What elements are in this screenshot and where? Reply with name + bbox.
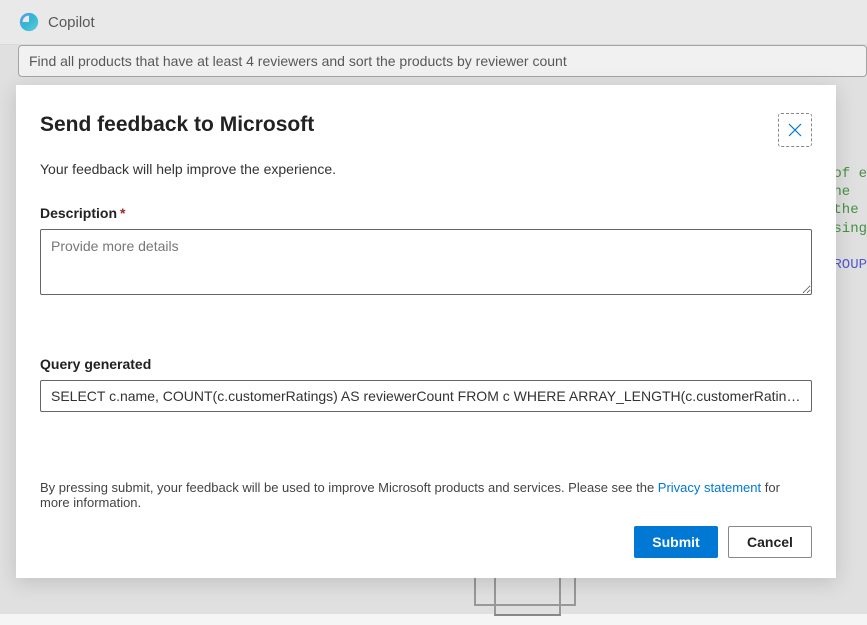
feedback-modal: Send feedback to Microsoft Your feedback… bbox=[16, 85, 836, 578]
query-label: Query generated bbox=[40, 356, 812, 372]
description-field-group: Description* bbox=[40, 205, 812, 300]
query-field-group: Query generated bbox=[40, 356, 812, 412]
required-indicator: * bbox=[120, 205, 125, 221]
description-label: Description* bbox=[40, 205, 812, 221]
close-icon bbox=[788, 123, 802, 137]
description-textarea[interactable] bbox=[40, 229, 812, 295]
modal-subtitle: Your feedback will help improve the expe… bbox=[40, 161, 812, 177]
cancel-button[interactable]: Cancel bbox=[728, 526, 812, 558]
footer-disclaimer: By pressing submit, your feedback will b… bbox=[40, 480, 812, 510]
modal-title: Send feedback to Microsoft bbox=[40, 113, 314, 137]
privacy-statement-link[interactable]: Privacy statement bbox=[658, 480, 761, 495]
button-row: Submit Cancel bbox=[40, 526, 812, 558]
close-button[interactable] bbox=[778, 113, 812, 147]
submit-button[interactable]: Submit bbox=[634, 526, 718, 558]
query-generated-input[interactable] bbox=[40, 380, 812, 412]
